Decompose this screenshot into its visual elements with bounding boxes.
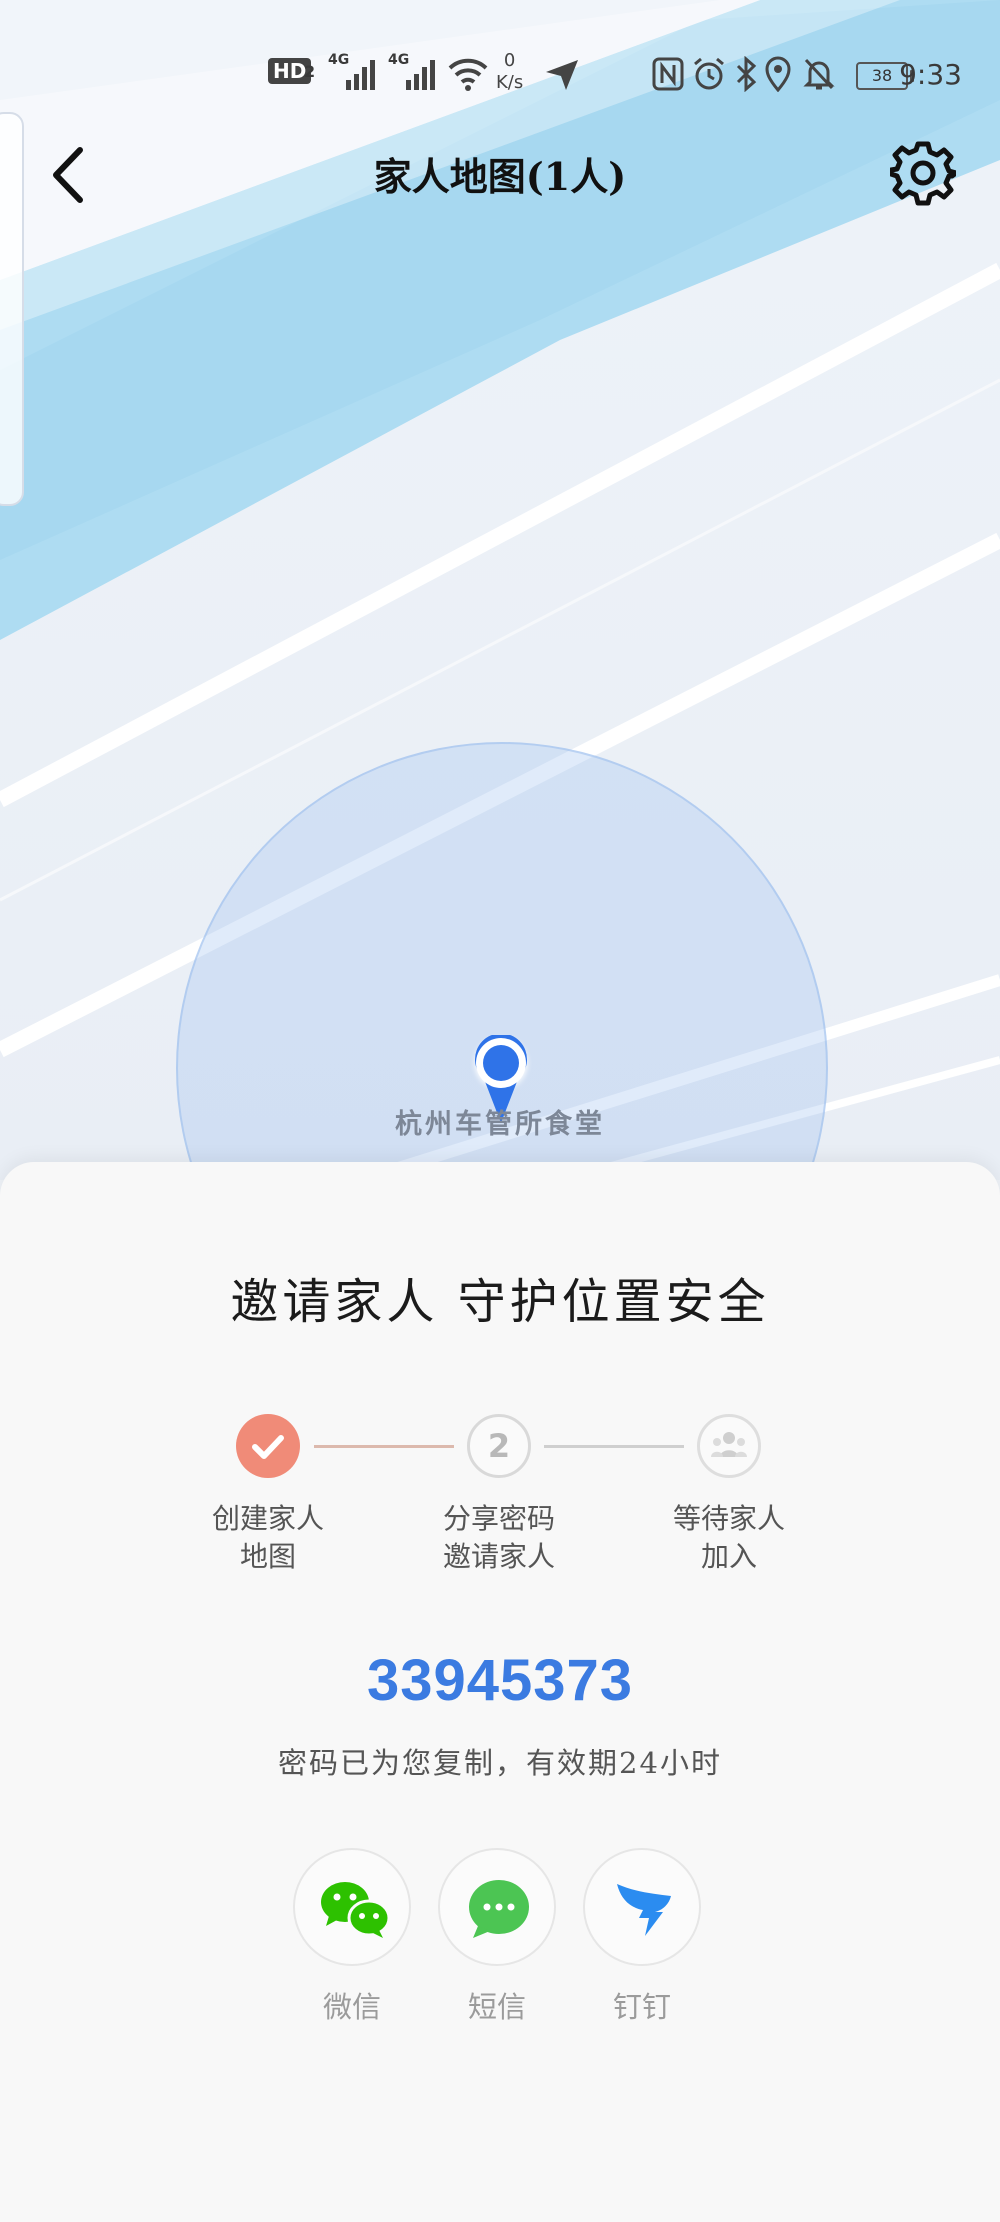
step-3-label-line1: 等待家人: [672, 1502, 785, 1535]
battery-level: 38: [871, 66, 893, 85]
bluetooth-icon: [732, 55, 760, 93]
place-label: 杭州车管所食堂: [395, 1109, 605, 1140]
hd-label: HD: [273, 59, 307, 83]
step-2-label: 分享密码 邀请家人: [419, 1500, 579, 1576]
wechat-icon: [321, 1882, 391, 1938]
step-3-label-line2: 加入: [700, 1540, 757, 1573]
step-connector-2: [544, 1445, 684, 1448]
family-icon: [711, 1432, 747, 1457]
step-3-pending: [697, 1414, 761, 1478]
alarm-icon: [692, 56, 726, 92]
step-1-done: [236, 1414, 300, 1478]
step-1-label-line2: 地图: [239, 1540, 296, 1573]
mute-icon: [802, 56, 836, 92]
step-2-label-line2: 邀请家人: [442, 1540, 555, 1573]
speed-value: 0: [503, 50, 516, 71]
step-2-label-line1: 分享密码: [442, 1502, 555, 1535]
check-icon: [252, 1435, 284, 1459]
step-3-label: 等待家人 加入: [649, 1500, 809, 1576]
invite-code-note: 密码已为您复制，有效期24小时: [278, 1746, 722, 1780]
invite-title: 邀请家人 守护位置安全: [230, 1274, 770, 1330]
hd-sub: 2: [304, 62, 316, 81]
page-title-text: 家人地图(1人): [373, 154, 627, 199]
clock-time: 9:33: [899, 58, 962, 91]
settings-button[interactable]: [888, 140, 959, 206]
dingtalk-icon: [617, 1884, 671, 1936]
step-2-number: 2: [467, 1414, 531, 1478]
wifi-icon: [448, 56, 488, 92]
step-1-label: 创建家人 地图: [188, 1500, 348, 1576]
invite-sheet: 邀请家人 守护位置安全 2 创建家人 地图 分享密码 邀请家人 等待家人 加入 …: [0, 1162, 1000, 2222]
share-dingtalk-label: 钉钉: [612, 1990, 671, 2024]
share-dingtalk-button[interactable]: [583, 1848, 701, 1966]
share-sms-button[interactable]: [438, 1848, 556, 1966]
step-connector-1: [314, 1445, 454, 1448]
network-speed: 0 K/s: [496, 50, 523, 94]
share-wechat-button[interactable]: [293, 1848, 411, 1966]
page-title: 家人地图(1人): [0, 146, 1000, 201]
step-1-label-line1: 创建家人: [211, 1502, 324, 1535]
share-sms-label: 短信: [467, 1990, 526, 2024]
sms-icon: [469, 1880, 529, 1938]
nfc-icon: [652, 56, 684, 92]
invite-code[interactable]: 33945373: [0, 1647, 1000, 1714]
speed-unit: K/s: [496, 72, 524, 93]
status-bar: HD 2 4G 4G 0 K/s 38 9:33: [0, 40, 1000, 110]
share-wechat-label: 微信: [322, 1990, 381, 2024]
gear-icon: [888, 141, 959, 206]
location-icon: [764, 56, 792, 93]
send-icon: [544, 56, 580, 92]
